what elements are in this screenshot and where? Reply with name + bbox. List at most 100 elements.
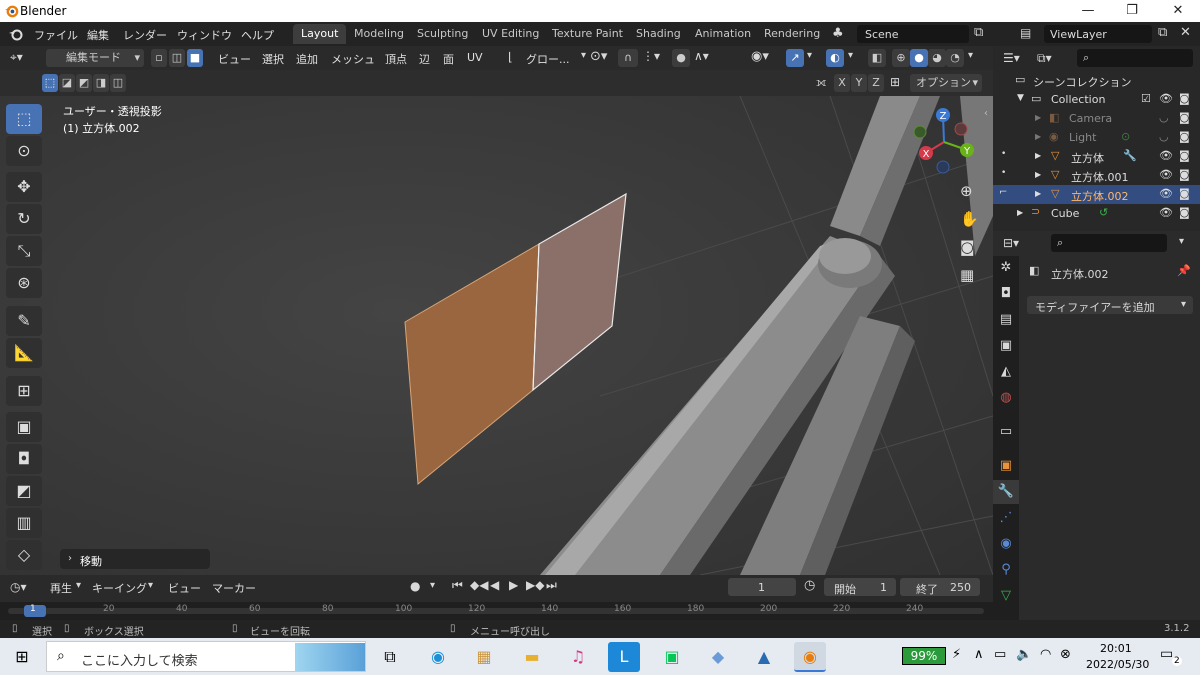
tray-chevron-icon[interactable]: ∧ [974,647,984,662]
vp-menu-add[interactable]: 追加 [296,51,318,67]
visibility-icon[interactable]: ◉▾ [751,49,769,64]
tab-constraints-icon[interactable]: ⚲ [993,558,1019,582]
shading-rendered[interactable]: ◔ [946,49,964,67]
options-dropdown[interactable]: オプション ▾ [910,74,982,92]
expand-arrow-icon[interactable]: ▶ [1035,170,1041,179]
pan-hand-icon[interactable]: ✋ [960,210,979,228]
outliner-item-light[interactable]: ▶ ◉ Light ⊙ ◡ ◙ [993,128,1200,147]
properties-options-icon[interactable]: ▾ [1179,236,1184,247]
mirror-y-toggle[interactable]: Y [851,74,867,92]
camera-icon[interactable]: ◙ [1179,187,1190,200]
vertex-select-button[interactable]: ▫ [151,49,167,67]
tab-modeling[interactable]: Modeling [346,24,412,44]
blender-menu-icon[interactable] [8,26,24,42]
select-subtract-button[interactable]: ◩ [76,74,92,92]
select-box-tool[interactable]: ⬚ [6,104,42,134]
properties-search[interactable]: ⌕ [1051,234,1167,252]
jump-start-icon[interactable]: ⏮ [452,578,463,593]
maximize-button[interactable]: ❐ [1110,0,1154,22]
close-window-button[interactable]: ✕ [1156,0,1200,22]
tab-uv-editing[interactable]: UV Editing [474,24,547,44]
camera-icon[interactable]: ◙ [1179,168,1190,181]
auto-merge-icon[interactable]: ⊞ [890,75,900,89]
tab-collection-icon[interactable]: ▭ [993,420,1019,444]
3d-viewport[interactable]: ユーザー・透視投影 (1) 立方体.002 Z X Y ⊕ ✋ ◙ ▦ ‹ › … [0,96,993,575]
eye-icon[interactable]: 👁 [1159,149,1173,162]
zoom-icon[interactable]: ⊕ [960,182,973,200]
view-layer-new-icon[interactable]: ⧉ [1158,25,1167,40]
tab-shading[interactable]: Shading [628,24,689,44]
menu-file[interactable]: ファイル [34,27,78,43]
tab-rendering[interactable]: Rendering [756,24,828,44]
line-app-icon[interactable]: ▣ [656,642,688,672]
select-intersect-button[interactable]: ◫ [110,74,126,92]
tab-animation[interactable]: Animation [687,24,759,44]
tab-texture-paint[interactable]: Texture Paint [544,24,631,44]
tab-output-icon[interactable]: ▤ [993,308,1019,332]
tab-tool-icon[interactable]: ✲ [993,256,1019,280]
network-error-icon[interactable]: ⊗ [1060,647,1071,662]
knife-tool[interactable]: ◇ [6,540,42,570]
eye-icon[interactable]: 👁 [1159,92,1173,105]
tab-data-icon[interactable]: ▽ [993,584,1019,608]
view-layer-field[interactable]: ViewLayer [1044,25,1152,43]
cursor-tool[interactable]: ⊙ [6,136,42,166]
transform-orientation-dropdown[interactable]: グロー... [526,51,570,67]
properties-editor-icon[interactable]: ⊟▾ [1003,236,1019,250]
camera-icon[interactable]: ◙ [1179,149,1190,162]
extrude-tool[interactable]: ▣ [6,412,42,442]
display-mode-icon[interactable]: ⧉▾ [1037,51,1052,66]
mirror-x-toggle[interactable]: X [834,74,850,92]
editor-type-icon[interactable]: ⌖▾ [10,50,23,65]
timeline-menu-marker[interactable]: マーカー [212,580,256,596]
outliner-item-cube-001[interactable]: • ▶ ▽ 立方体.001 👁 ◙ [993,166,1200,185]
tab-render-icon[interactable]: ◘ [993,282,1019,306]
expand-arrow-icon[interactable]: ▶ [1035,151,1041,160]
xray-toggle[interactable]: ◧ [868,49,886,67]
face-select-button[interactable]: ■ [187,49,203,67]
select-invert-button[interactable]: ◨ [93,74,109,92]
tab-object-icon[interactable]: ▣ [993,454,1019,478]
vp-menu-vertex[interactable]: 頂点 [385,51,407,67]
minimize-button[interactable]: — [1066,0,1110,22]
timeline-ruler[interactable] [0,602,993,620]
timeline-editor-icon[interactable]: ◷▾ [10,580,27,594]
edge-select-button[interactable]: ◫ [169,49,185,67]
app-tile-icon[interactable]: ◆ [702,642,734,672]
inset-tool[interactable]: ◘ [6,444,42,474]
microsoft-store-icon[interactable]: ▦ [468,642,500,672]
view-layer-icon[interactable]: ▤ [1020,26,1031,40]
camera-icon[interactable]: ◙ [1179,92,1190,105]
tab-view-layer-icon[interactable]: ▣ [993,334,1019,358]
tab-sculpting[interactable]: Sculpting [409,24,476,44]
file-explorer-icon[interactable]: ▬ [516,642,548,672]
menu-edit[interactable]: 編集 [87,27,109,43]
prev-keyframe-icon[interactable]: ◆◀ [470,578,488,592]
scene-new-icon[interactable]: ⧉ [974,25,983,40]
blender-taskbar-icon[interactable]: ◉ [794,642,826,672]
select-extend-button[interactable]: ◪ [59,74,75,92]
snap-toggle[interactable]: ∩ [618,49,638,67]
timeline-scrollbar[interactable] [8,608,984,614]
vp-menu-face[interactable]: 面 [443,51,454,67]
transform-tool[interactable]: ⊛ [6,268,42,298]
loop-cut-tool[interactable]: ▥ [6,508,42,538]
play-icon[interactable]: ▶ [509,578,518,592]
outliner-search[interactable]: ⌕ [1077,49,1193,67]
add-cube-tool[interactable]: ⊞ [6,376,42,406]
play-reverse-icon[interactable]: ◀ [490,578,499,592]
tab-physics-icon[interactable]: ◉ [993,532,1019,556]
camera-icon[interactable]: ◙ [1179,130,1190,143]
gizmo-dropdown-icon[interactable]: ▾ [807,50,812,61]
eye-icon[interactable]: 👁 [1159,206,1173,219]
checkbox-icon[interactable]: ☑ [1141,92,1151,105]
move-tool[interactable]: ✥ [6,172,42,202]
snap-target-icon[interactable]: ⋮▾ [642,49,660,63]
select-new-button[interactable]: ⬚ [42,74,58,92]
menu-help[interactable]: ヘルプ [241,27,274,43]
timeline-menu-keying[interactable]: キーイング [92,580,147,596]
record-icon[interactable]: ● [410,579,420,593]
record-options-icon[interactable]: ▾ [430,580,435,591]
tab-scene-icon[interactable]: ◭ [993,360,1019,384]
shading-wireframe[interactable]: ⊕ [892,49,910,67]
